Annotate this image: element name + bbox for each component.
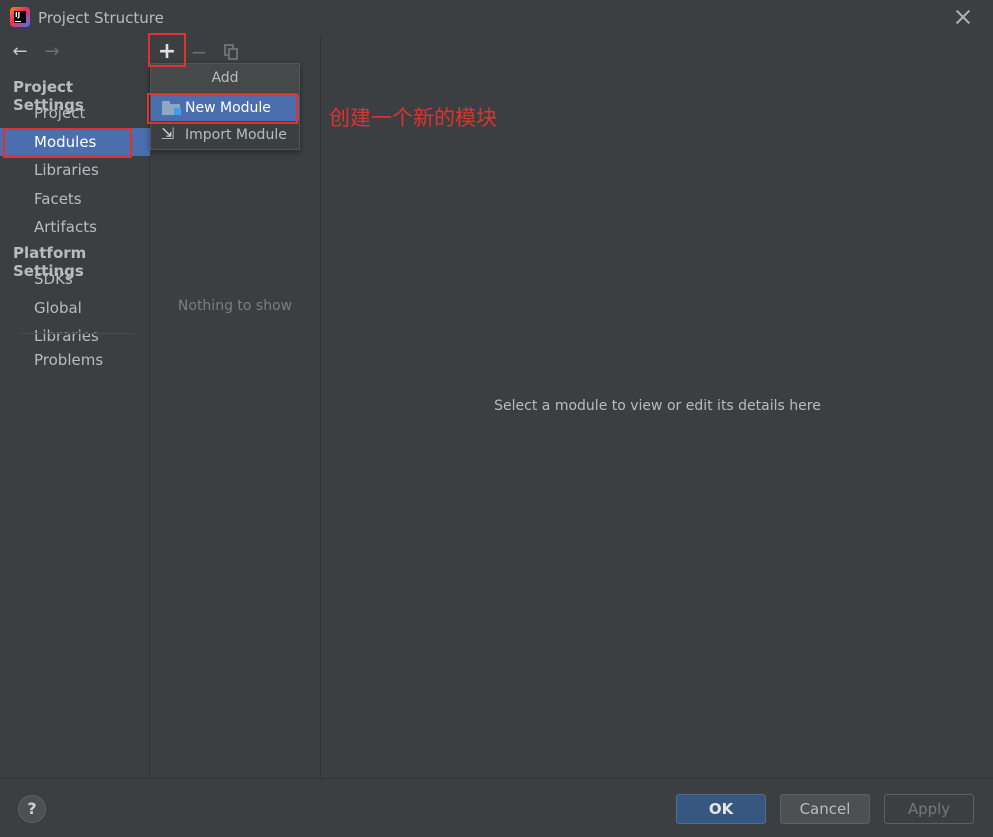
add-popup-menu: Add New Module ⇲ Import Module [150,63,300,150]
help-button[interactable]: ? [18,795,46,823]
title-bar: IJ Project Structure [0,0,993,36]
cancel-button[interactable]: Cancel [780,794,870,824]
popup-title: Add [151,64,299,92]
import-icon: ⇲ [161,124,175,143]
sidebar-item-libraries[interactable]: Libraries [0,156,150,184]
sidebar-item-artifacts[interactable]: Artifacts [0,213,150,241]
menu-item-label: New Module [185,100,271,116]
minus-icon[interactable]: − [187,40,211,64]
menu-item-import-module[interactable]: ⇲ Import Module [151,122,299,148]
close-icon[interactable] [953,7,973,27]
plus-icon[interactable]: + [155,40,179,64]
sidebar-item-problems[interactable]: Problems [0,346,150,374]
empty-list-text: Nothing to show [177,298,293,314]
details-placeholder-text: Select a module to view or edit its deta… [494,398,821,414]
menu-item-new-module[interactable]: New Module [151,95,299,121]
sidebar-item-modules[interactable]: Modules [0,128,150,156]
details-panel: Select a module to view or edit its deta… [322,36,993,778]
arrow-left-icon[interactable]: ← [8,40,32,64]
window-title: Project Structure [38,9,164,27]
apply-button[interactable]: Apply [884,794,974,824]
module-folder-icon [162,101,181,115]
intellij-idea-icon: IJ [10,7,30,27]
menu-item-label: Import Module [185,127,287,143]
copy-icon[interactable] [219,40,243,64]
sidebar-item-facets[interactable]: Facets [0,185,150,213]
settings-sidebar: ← → Project Settings Project Modules Lib… [0,36,150,778]
annotation-text: 创建一个新的模块 [329,106,497,130]
ok-button[interactable]: OK [676,794,766,824]
dialog-footer: ? OK Cancel Apply [0,778,993,837]
sidebar-item-global-libraries[interactable]: Global Libraries [0,294,150,345]
sidebar-item-project[interactable]: Project [0,99,150,127]
arrow-right-icon[interactable]: → [40,40,64,64]
sidebar-item-sdks[interactable]: SDKs [0,265,150,293]
sidebar-divider [20,333,135,334]
